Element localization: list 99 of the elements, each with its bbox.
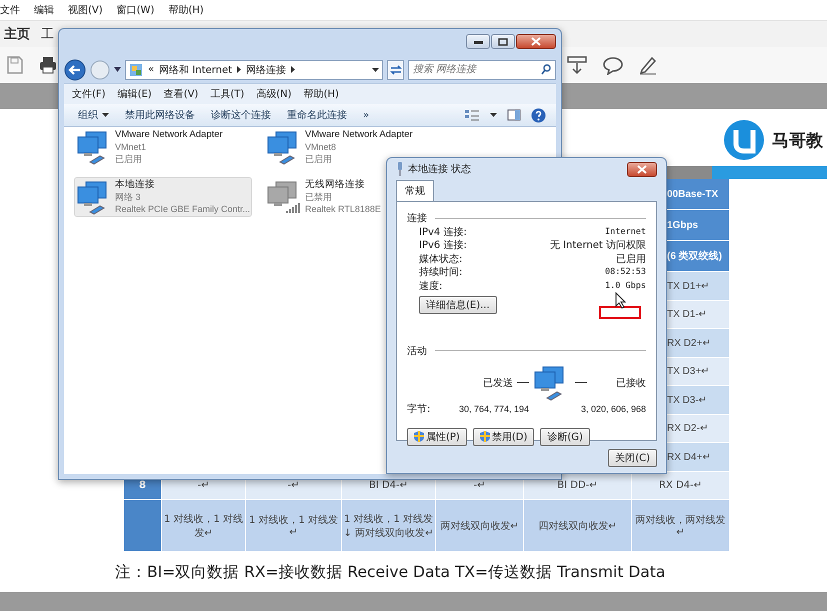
adapter-name: VMware Network Adapter (115, 129, 223, 141)
table-cell: 两对线双向收发↵ (436, 500, 524, 552)
preview-pane-icon[interactable] (507, 109, 521, 121)
download-icon[interactable] (566, 55, 588, 75)
table-cell: RX D4-↵ (632, 472, 730, 500)
table-cell: 1 对线收，1 对线发↵ (246, 500, 342, 552)
menu-item[interactable]: 高级(N) (256, 87, 292, 101)
sent-label: 已发送 (483, 376, 513, 390)
dropdown-icon[interactable] (372, 68, 379, 72)
comment-icon[interactable] (602, 55, 624, 75)
section-heading: 活动 (407, 344, 427, 358)
adapter-detail: 已启用 (115, 153, 143, 165)
save-icon[interactable] (6, 55, 24, 75)
wireless-adapter-icon (266, 179, 302, 215)
close-icon (637, 164, 647, 174)
printer-icon[interactable] (38, 55, 58, 75)
breadcrumb-item[interactable]: 网络连接 (246, 62, 286, 76)
toolbar-command[interactable]: 禁用此网络设备 (125, 108, 195, 122)
menu-item[interactable]: 帮助(H) (304, 87, 339, 101)
minimize-button[interactable] (466, 34, 490, 49)
chevron-icon[interactable] (291, 66, 296, 73)
menu-item[interactable]: 文件(F) (72, 87, 106, 101)
menu-item[interactable]: 编辑 (34, 3, 54, 17)
close-icon (531, 37, 541, 46)
adapter-detail: 网络 3 (115, 191, 142, 203)
app-tab[interactable]: 主页 (4, 25, 30, 43)
caret-icon (102, 113, 109, 117)
caret-icon[interactable] (490, 113, 497, 117)
minimize-icon (474, 39, 482, 44)
maximize-icon (498, 38, 508, 46)
control-panel-icon (129, 62, 143, 76)
adapter-detail: 已启用 (305, 153, 333, 165)
network-plug-icon (396, 162, 404, 176)
address-bar[interactable]: « 网络和 Internet 网络连接 (125, 60, 383, 80)
back-button[interactable] (64, 58, 86, 80)
field-label: IPv6 连接: (419, 238, 467, 252)
help-icon[interactable] (531, 108, 546, 122)
menu-item[interactable]: 文件 (0, 3, 20, 17)
pen-icon[interactable] (638, 55, 658, 75)
close-dialog-button[interactable]: 关闭(C) (608, 449, 657, 467)
close-button[interactable] (627, 162, 657, 176)
field-label: 媒体状态: (419, 252, 462, 266)
mouse-cursor-icon (615, 292, 626, 308)
shield-icon (480, 431, 490, 442)
toolbar-command[interactable]: 诊断这个连接 (211, 108, 271, 122)
dialog-tab[interactable]: 常规 (396, 180, 434, 201)
menu-item[interactable]: 窗口(W) (116, 3, 154, 17)
adapter-detail: VMnet8 (305, 141, 338, 153)
app-tab[interactable]: 工 (41, 25, 54, 43)
dialog-button[interactable]: 诊断(G) (540, 428, 590, 446)
network-adapter-item[interactable]: VMware Network Adapter VMnet1 已启用 (76, 129, 223, 165)
dialog-button[interactable]: 属性(P) (407, 428, 467, 446)
toolbar-command[interactable]: 组织 (78, 108, 109, 122)
toolbar-command[interactable]: 重命名此连接 (287, 108, 347, 122)
search-field[interactable]: 搜索 网络连接 (408, 60, 556, 80)
adapter-detail: VMnet1 (115, 141, 148, 153)
field-label: 持续时间: (419, 266, 462, 280)
menu-item[interactable]: 工具(T) (210, 87, 244, 101)
maximize-button[interactable] (491, 34, 515, 49)
adapter-name: 无线网络连接 (305, 179, 366, 191)
close-button[interactable] (516, 34, 556, 49)
menu-item[interactable]: 编辑(E) (118, 87, 152, 101)
menu-item[interactable]: 查看(V) (164, 87, 198, 101)
table-cell: 两对线收，两对线发↵ (632, 500, 730, 552)
table-cell: 1 对线收，1 对线发↓ 两对线双向收发↵ (342, 500, 436, 552)
adapter-detail: Realtek RTL8188E (305, 203, 381, 215)
details-button[interactable]: 详细信息(E)... (419, 296, 497, 314)
refresh-icon (388, 64, 402, 76)
refresh-button[interactable] (387, 60, 404, 80)
chevron-icon[interactable] (237, 66, 242, 73)
field-label: IPv4 连接: (419, 226, 467, 239)
menu-item[interactable]: 视图(V) (68, 3, 103, 17)
logo-icon (722, 119, 766, 161)
network-adapter-item[interactable]: 无线网络连接 已禁用 Realtek RTL8188E (266, 179, 381, 215)
caret-icon[interactable] (114, 67, 121, 72)
table-cell (124, 500, 162, 552)
adapter-name: 本地连接 (115, 179, 156, 191)
logo-text: 马哥教 (772, 130, 823, 152)
adapter-detail: Realtek PCIe GBE Family Contr... (115, 203, 250, 215)
network-adapter-item[interactable]: 本地连接 网络 3 Realtek PCIe GBE Family Contr... (74, 177, 252, 217)
field-label: 字节: (407, 402, 432, 416)
table-cell: 四对线双向收发↵ (524, 500, 632, 552)
toolbar-command[interactable]: » (363, 110, 370, 120)
adapter-name: VMware Network Adapter (305, 129, 413, 141)
breadcrumb-item[interactable]: 网络和 Internet (159, 62, 232, 76)
menu-item[interactable]: 帮助(H) (168, 3, 204, 17)
search-icon (541, 64, 551, 74)
section-heading: 连接 (407, 212, 427, 225)
shield-icon (414, 431, 424, 442)
bytes-sent: 30, 764, 774, 194 (458, 404, 529, 414)
dialog-button[interactable]: 禁用(D) (472, 428, 534, 446)
dialog-title: 本地连接 状态 (408, 162, 472, 176)
field-label: 速度: (419, 280, 442, 293)
breadcrumb-overflow[interactable]: « (148, 64, 154, 75)
view-options-icon[interactable] (464, 108, 480, 122)
note-text: 注：BI=双向数据 RX=接收数据 Receive Data TX=传送数据 Transmit Data (115, 562, 666, 583)
adapter-detail: 已禁用 (305, 191, 333, 203)
network-adapter-item[interactable]: VMware Network Adapter VMnet8 已启用 (266, 129, 413, 165)
table-cell: 1 对线收，1 对线发↵ (162, 500, 246, 552)
